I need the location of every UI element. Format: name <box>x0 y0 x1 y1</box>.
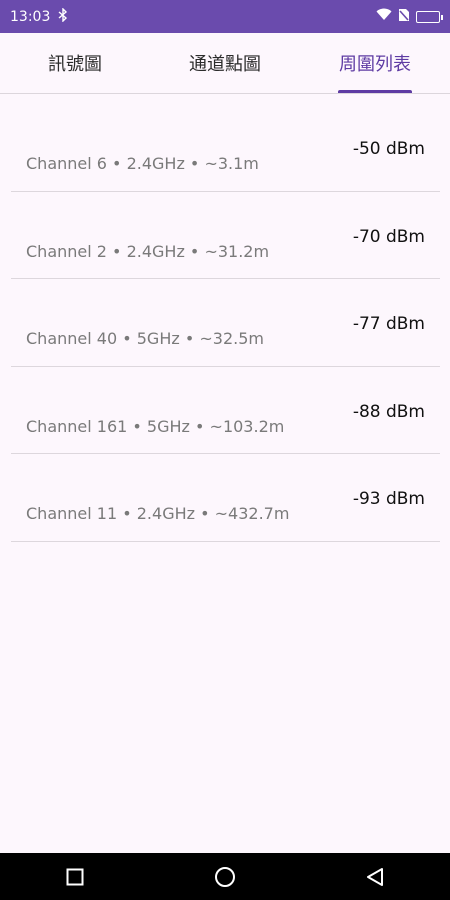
recents-button[interactable] <box>55 857 95 897</box>
status-bar: 13:03 <box>0 0 450 33</box>
wifi-icon <box>376 8 392 25</box>
list-item[interactable]: -50 dBm Channel 6 • 2.4GHz • ~3.1m <box>11 104 440 192</box>
system-nav-bar <box>0 853 450 900</box>
triangle-back-icon <box>367 867 383 886</box>
network-details: Channel 11 • 2.4GHz • ~432.7m <box>26 504 290 523</box>
battery-icon <box>416 10 443 23</box>
circle-icon <box>215 866 235 887</box>
signal-strength: -77 dBm <box>352 314 425 334</box>
signal-strength: -93 dBm <box>352 489 425 509</box>
square-icon <box>66 868 84 885</box>
list-item[interactable]: -93 dBm Channel 11 • 2.4GHz • ~432.7m <box>11 454 440 542</box>
home-button[interactable] <box>205 857 245 897</box>
tab-channel-graph[interactable]: 通道點圖 <box>150 33 300 93</box>
tab-nearby-list[interactable]: 周圍列表 <box>300 33 450 93</box>
status-time: 13:03 <box>10 8 51 25</box>
tab-bar: 訊號圖 通道點圖 周圍列表 <box>0 33 450 94</box>
list-item[interactable]: -88 dBm Channel 161 • 5GHz • ~103.2m <box>11 367 440 454</box>
signal-strength: -50 dBm <box>352 139 425 159</box>
tab-signal-graph[interactable]: 訊號圖 <box>0 33 150 93</box>
back-button[interactable] <box>355 857 395 897</box>
bluetooth-icon <box>58 6 68 26</box>
network-list: -50 dBm Channel 6 • 2.4GHz • ~3.1m -70 d… <box>11 104 440 542</box>
network-details: Channel 40 • 5GHz • ~32.5m <box>26 329 264 348</box>
network-details: Channel 161 • 5GHz • ~103.2m <box>26 416 285 436</box>
network-details: Channel 6 • 2.4GHz • ~3.1m <box>26 154 259 173</box>
list-item[interactable]: -70 dBm Channel 2 • 2.4GHz • ~31.2m <box>11 192 440 279</box>
list-item[interactable]: -77 dBm Channel 40 • 5GHz • ~32.5m <box>11 279 440 367</box>
signal-strength: -88 dBm <box>352 401 425 422</box>
signal-strength: -70 dBm <box>352 226 425 247</box>
no-sim-icon <box>398 8 410 26</box>
network-details: Channel 2 • 2.4GHz • ~31.2m <box>26 241 270 261</box>
